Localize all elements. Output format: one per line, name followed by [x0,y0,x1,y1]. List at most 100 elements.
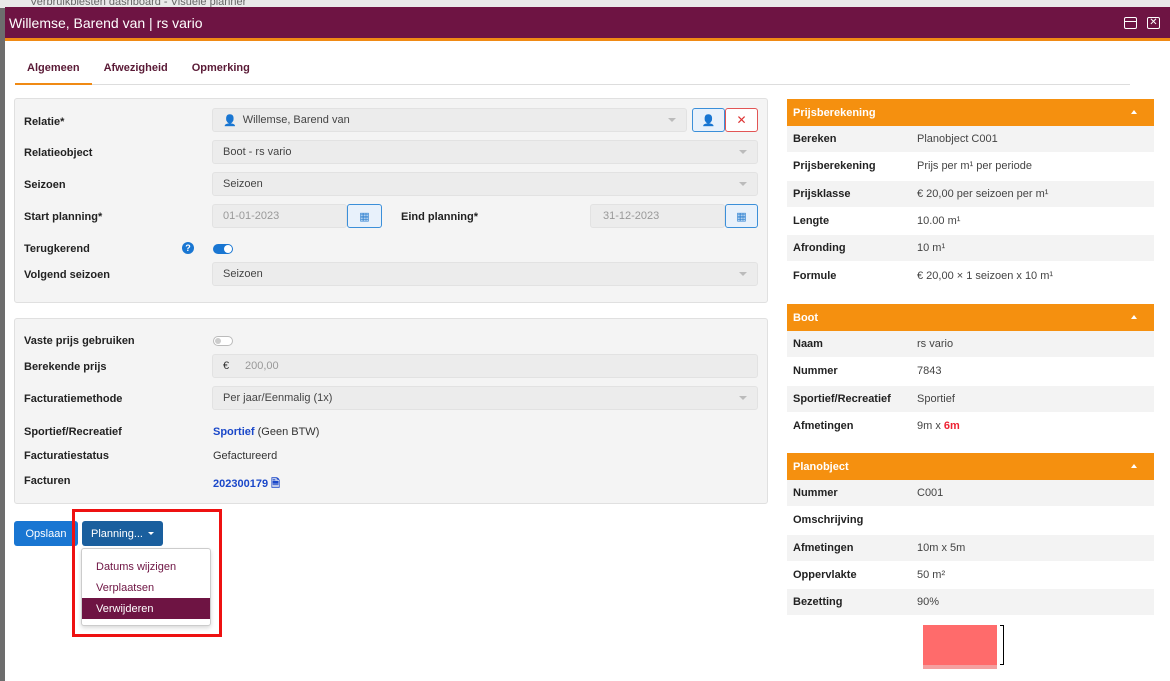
row-key: Prijsberekening [793,160,876,173]
prijsberekening-table: Bereken Planobject C001 Prijsberekening Pr… [787,126,1154,290]
table-row: Afronding 10 m¹ [787,235,1154,263]
row-key: Sportief/Recreatief [793,392,891,405]
row-value: rs vario [917,338,954,351]
invoice-link[interactable]: 202300179 [213,478,268,490]
afmetingen-warning: 6m [943,420,960,433]
afmetingen-prefix: 9m x [917,420,944,433]
chevron-down-icon [668,118,676,122]
relatieobject-select[interactable]: Boot - rs vario [212,140,758,164]
tab-bar: Algemeen Afwezigheid Opmerking [15,62,1130,85]
tab-afwezigheid[interactable]: Afwezigheid [92,62,180,85]
menu-item-verwijderen[interactable]: Verwijderen [82,598,210,619]
table-row: Bezetting 90% [787,589,1154,617]
modal-title: Willemse, Barend van | rs vario [9,14,203,31]
row-key: Oppervlakte [793,569,857,582]
table-row: Bereken Planobject C001 [787,126,1154,154]
eind-planning-input[interactable]: 31-12-2023 [590,204,725,228]
table-row: Afmetingen 10m x 5m [787,534,1154,562]
user-lookup-button[interactable]: 👤 [692,108,725,132]
row-key: Nummer [793,487,838,500]
row-key: Naam [793,338,823,351]
row-value: Prijs per m¹ per periode [917,160,1032,173]
chevron-down-icon [739,150,747,154]
help-icon[interactable]: ? [182,242,194,254]
prijsberekening-title: Prijsberekening [793,106,876,119]
relatie-select[interactable]: 👤 Willemse, Barend van [212,108,687,132]
sportief-value-group: Sportief (Geen BTW) [213,426,319,438]
boot-section: Boot Naam rs vario Nummer 7843 Sportief/Re… [787,304,1154,441]
tab-opmerking[interactable]: Opmerking [180,62,262,85]
planobject-section: Planobject Nummer C001 Omschrijving Afmet… [787,453,1154,617]
vaste-prijs-label: Vaste prijs gebruiken [24,335,135,347]
close-icon: ✕ [736,113,747,127]
calendar-icon: ▦ [359,210,370,223]
table-row: Prijsklasse € 20,00 per seizoen per m¹ [787,180,1154,208]
boot-table: Naam rs vario Nummer 7843 Sportief/Recreat… [787,331,1154,441]
table-row: Formule € 20,00 × 1 seizoen x 10 m¹ [787,262,1154,290]
berekende-prijs-input[interactable]: € 200,00 [212,354,758,378]
relatieobject-label: Relatieobject [24,147,93,159]
facturen-group: 202300179 🗎 [213,475,280,494]
facturen-label: Facturen [24,475,71,487]
berekende-prijs-value: 200,00 [245,360,279,372]
boot-header[interactable]: Boot [787,304,1154,331]
terugkerend-toggle[interactable] [213,244,233,254]
berekende-prijs-label: Berekende prijs [24,361,107,373]
row-value: 9m x 6m [917,420,960,432]
chevron-down-icon [739,182,747,186]
seizoen-label: Seizoen [24,179,66,191]
table-row: Lengte 10.00 m¹ [787,207,1154,236]
clear-relatie-button[interactable]: ✕ [725,108,758,132]
btw-note: (Geen BTW) [257,426,320,438]
row-value: 10.00 m¹ [917,215,961,228]
vaste-prijs-toggle[interactable] [213,336,233,346]
sportief-link[interactable]: Sportief [213,426,255,438]
eind-planning-value: 31-12-2023 [603,210,660,222]
row-value: C001 [917,487,944,500]
row-value: 10 m¹ [917,242,946,255]
menu-item-datums-wijzigen[interactable]: Datums wijzigen [82,556,210,577]
table-row: Afmetingen 9m x 6m [787,412,1154,441]
volgend-seizoen-select[interactable]: Seizoen [212,262,758,286]
chevron-down-icon [739,396,747,400]
prijsberekening-section: Prijsberekening Bereken Planobject C001 P… [787,99,1154,290]
facturatiemethode-select[interactable]: Per jaar/Eenmalig (1x) [212,386,758,410]
row-key: Nummer [793,365,838,378]
start-calendar-button[interactable]: ▦ [347,204,382,228]
occupancy-boundary [1000,625,1004,665]
terugkerend-label: Terugkerend [24,243,90,255]
eind-calendar-button[interactable]: ▦ [725,204,758,228]
menu-item-verplaatsen[interactable]: Verplaatsen [82,577,210,598]
seizoen-value: Seizoen [223,178,263,190]
tab-algemeen[interactable]: Algemeen [15,62,92,85]
collapse-icon [1131,315,1137,319]
table-row: Sportief/Recreatief Sportief [787,385,1154,413]
restore-icon[interactable] [1124,16,1137,29]
eind-planning-label: Eind planning* [401,211,478,223]
facturatiestatus-value: Gefactureerd [213,450,278,462]
facturatiemethode-label: Facturatiemethode [24,393,123,405]
pricing-panel: Vaste prijs gebruiken Berekende prijs € … [14,318,768,504]
document-icon[interactable]: 🗎 [271,478,280,490]
prijsberekening-header[interactable]: Prijsberekening [787,99,1154,126]
row-key: Formule [793,269,837,282]
row-value: 7843 [917,365,942,378]
user-icon: 👤 [223,114,237,127]
row-key: Afronding [793,242,846,255]
close-icon[interactable]: ✕ [1147,16,1160,29]
save-button[interactable]: Opslaan [14,521,78,546]
table-row: Nummer C001 [787,480,1154,508]
planobject-table: Nummer C001 Omschrijving Afmetingen 10m x … [787,480,1154,617]
collapse-icon [1131,464,1137,468]
row-value: € 20,00 × 1 seizoen x 10 m¹ [917,269,1054,282]
table-row: Nummer 7843 [787,358,1154,386]
seizoen-select[interactable]: Seizoen [212,172,758,196]
start-planning-input[interactable]: 01-01-2023 [212,204,347,228]
currency-symbol: € [222,360,230,372]
facturatiestatus-label: Facturatiestatus [24,450,109,462]
planobject-header[interactable]: Planobject [787,453,1154,480]
row-key: Afmetingen [793,541,854,554]
row-value: 90% [917,596,940,609]
facturatiemethode-value: Per jaar/Eenmalig (1x) [223,392,333,404]
collapse-icon [1131,110,1137,114]
